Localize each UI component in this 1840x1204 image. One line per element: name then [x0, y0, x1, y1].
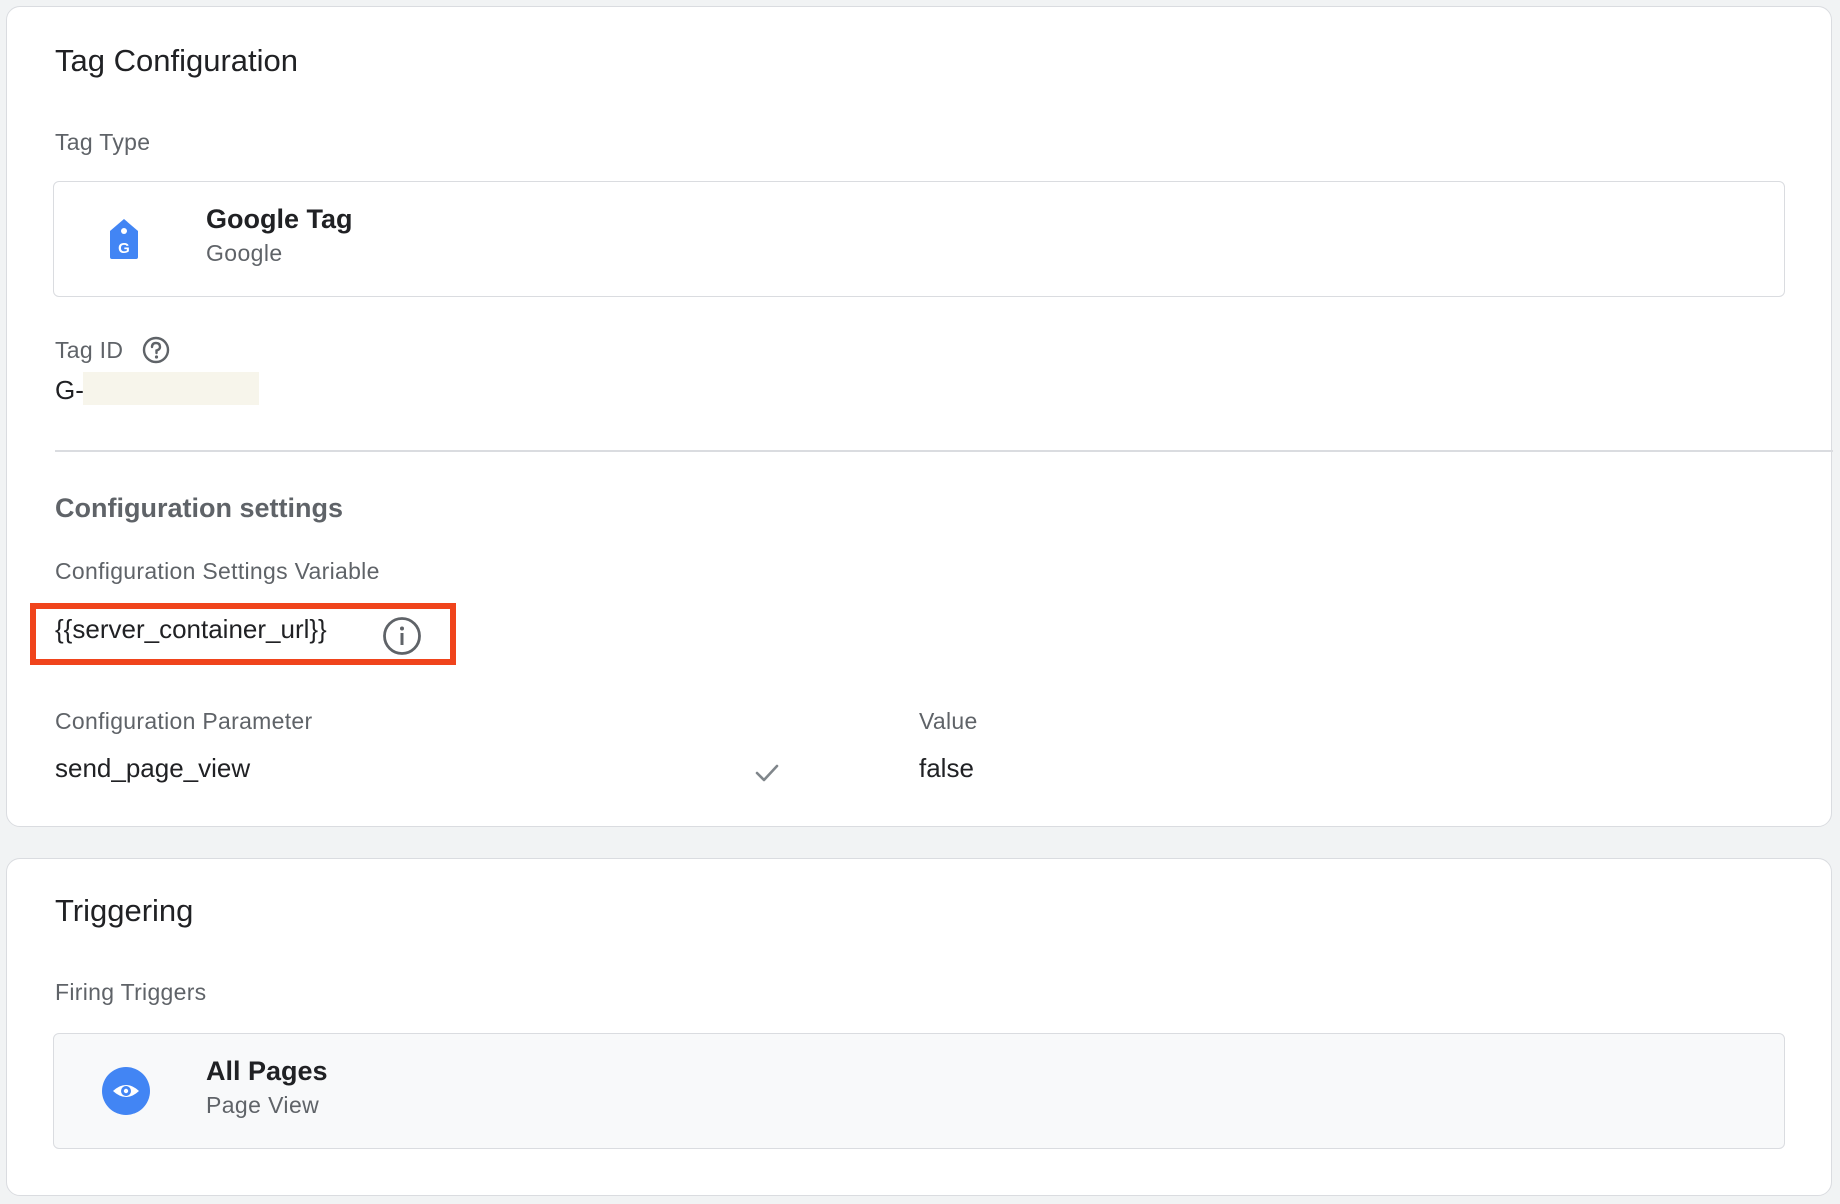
redacted-tag-id [83, 372, 259, 405]
firing-triggers-label: Firing Triggers [55, 979, 207, 1005]
trigger-box[interactable]: All Pages Page View [53, 1033, 1785, 1149]
svg-text:G: G [118, 240, 130, 257]
config-parameter-header: Configuration Parameter [55, 708, 313, 734]
tag-type-vendor: Google [206, 240, 283, 266]
tag-configuration-card: Tag Configuration Tag Type G Google Tag … [6, 6, 1833, 827]
triggering-title: Triggering [55, 893, 194, 928]
trigger-type: Page View [206, 1092, 320, 1118]
help-circle-icon[interactable] [141, 335, 171, 365]
section-divider [55, 450, 1833, 452]
info-icon[interactable] [381, 615, 423, 657]
trigger-name: All Pages [206, 1056, 328, 1086]
config-settings-variable-value: {{server_container_url}} [55, 614, 327, 644]
parameter-value: false [919, 753, 974, 783]
configuration-settings-heading: Configuration settings [55, 493, 343, 523]
check-icon [753, 759, 781, 787]
triggering-card: Triggering Firing Triggers All Pages Pag… [6, 858, 1832, 1196]
eye-icon [102, 1067, 150, 1115]
tag-id-value: G- [55, 375, 84, 405]
config-settings-variable-label: Configuration Settings Variable [55, 558, 380, 584]
tag-id-label: Tag ID [55, 337, 124, 363]
google-tag-icon: G [108, 218, 140, 260]
tag-type-box[interactable]: G Google Tag Google [53, 181, 1785, 297]
tag-type-name: Google Tag [206, 204, 353, 234]
parameter-name: send_page_view [55, 753, 251, 783]
value-header: Value [919, 708, 978, 734]
tag-configuration-title: Tag Configuration [55, 43, 298, 78]
tag-type-label: Tag Type [55, 129, 151, 155]
